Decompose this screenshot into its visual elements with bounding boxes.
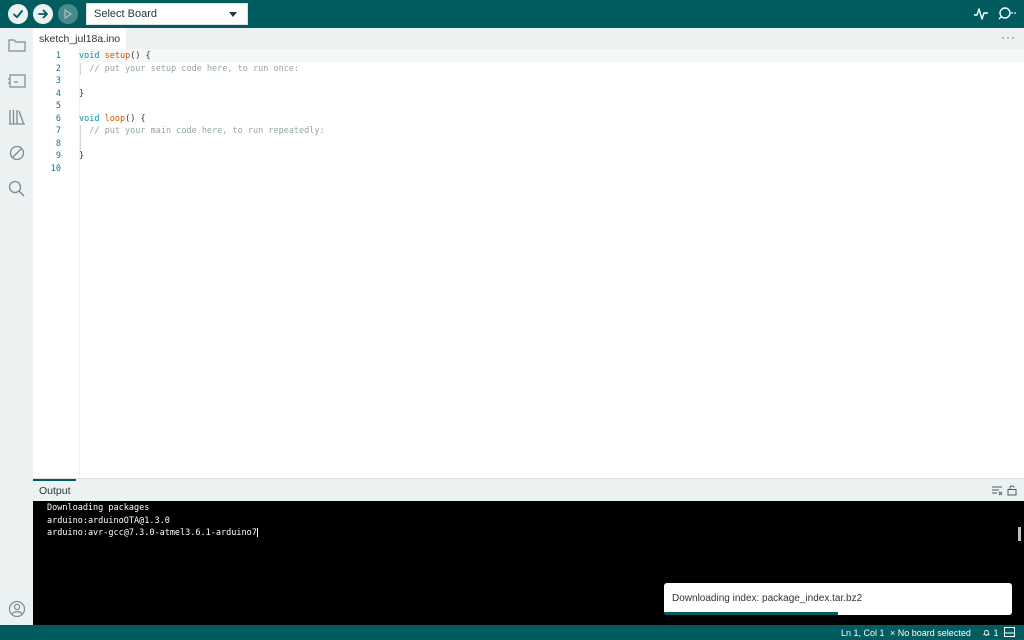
sidebar bbox=[0, 28, 33, 625]
code-line: } bbox=[79, 151, 85, 161]
board-select-label: Select Board bbox=[94, 8, 157, 20]
serial-plotter-button[interactable] bbox=[973, 6, 991, 22]
code-comment: // put your main code here, to run repea… bbox=[79, 126, 325, 136]
clear-output-icon bbox=[992, 486, 1003, 496]
boards-manager-icon bbox=[8, 74, 26, 88]
output-line: arduino:avr-gcc@7.3.0-atmel3.6.1-arduino… bbox=[47, 528, 258, 538]
code-comment: // put your setup code here, to run once… bbox=[79, 63, 300, 74]
cursor-position[interactable]: Ln 1, Col 1 bbox=[841, 628, 885, 638]
output-line: arduino:arduinoOTA@1.3.0 bbox=[47, 515, 170, 526]
debug-button[interactable] bbox=[58, 4, 78, 24]
board-status-text: No board selected bbox=[897, 628, 971, 638]
toolbar: Select Board bbox=[0, 0, 1024, 28]
tab-bar: sketch_jul18a.ino ··· bbox=[33, 28, 1024, 49]
clear-output-button[interactable] bbox=[991, 484, 1003, 496]
output-scrollbar-thumb[interactable] bbox=[1018, 527, 1021, 541]
code-line: } bbox=[79, 88, 85, 99]
verify-button[interactable] bbox=[8, 4, 28, 24]
status-bar: Ln 1, Col 1 × No board selected 1 bbox=[0, 625, 1024, 640]
output-line-text: arduino:avr-gcc@7.3.0-atmel3.6.1-arduino… bbox=[47, 528, 257, 538]
lock-icon bbox=[1007, 485, 1017, 496]
output-tab[interactable]: Output bbox=[39, 485, 71, 497]
serial-plotter-icon bbox=[974, 8, 988, 20]
notification-text: Downloading index: package_index.tar.bz2 bbox=[672, 593, 863, 604]
panel-icon bbox=[1004, 627, 1015, 637]
line-number: 5 bbox=[55, 101, 61, 111]
function-name: setup bbox=[104, 51, 131, 61]
line-number: 6 bbox=[55, 113, 61, 124]
account-icon bbox=[8, 600, 26, 618]
tab-label: sketch_jul18a.ino bbox=[39, 32, 121, 45]
search-icon bbox=[8, 180, 25, 197]
serial-monitor-icon bbox=[998, 7, 1016, 20]
code-editor[interactable]: 1 2 3 4 5 6 7 8 9 10 void setup() { // p… bbox=[33, 49, 1024, 478]
library-manager-button[interactable] bbox=[7, 107, 27, 127]
code-line: void setup() { bbox=[79, 50, 151, 63]
close-icon: × bbox=[890, 628, 896, 638]
code-line: void loop() { bbox=[79, 113, 146, 126]
keyword: void bbox=[79, 51, 100, 61]
verify-icon bbox=[13, 10, 23, 19]
debug-panel-button[interactable] bbox=[7, 143, 27, 163]
code-text: () { bbox=[125, 113, 146, 124]
board-status[interactable]: × No board selected bbox=[890, 628, 971, 638]
line-number: 4 bbox=[55, 88, 61, 99]
output-tab-indicator bbox=[33, 479, 76, 481]
bell-icon bbox=[983, 630, 990, 637]
board-select[interactable]: Select Board bbox=[86, 3, 248, 25]
folder-icon bbox=[8, 39, 26, 52]
line-number: 8 bbox=[55, 138, 61, 149]
search-button[interactable] bbox=[7, 179, 27, 199]
chevron-down-icon bbox=[229, 12, 237, 17]
sketchbook-button[interactable] bbox=[7, 35, 27, 55]
line-number: 2 bbox=[55, 63, 61, 74]
tab-sketch-file[interactable]: sketch_jul18a.ino bbox=[33, 28, 127, 49]
debug-disabled-icon bbox=[9, 145, 25, 161]
library-icon bbox=[9, 110, 25, 125]
line-number: 10 bbox=[50, 163, 61, 174]
notification-progress-bar bbox=[664, 612, 838, 615]
notifications-button[interactable]: 1 bbox=[982, 628, 999, 638]
upload-button[interactable] bbox=[33, 4, 53, 24]
boards-manager-button[interactable] bbox=[7, 71, 27, 91]
function-name: loop bbox=[104, 113, 126, 124]
line-number-gutter: 1 2 3 4 5 6 7 8 9 10 bbox=[33, 49, 80, 478]
more-actions-button[interactable]: ··· bbox=[1001, 30, 1016, 44]
serial-monitor-button[interactable] bbox=[997, 6, 1017, 22]
line-number: 1 bbox=[55, 51, 61, 61]
toggle-panel-button[interactable] bbox=[1004, 627, 1015, 637]
scroll-lock-button[interactable] bbox=[1006, 484, 1018, 496]
account-button[interactable] bbox=[7, 599, 27, 619]
line-number: 3 bbox=[55, 76, 61, 86]
keyword: void bbox=[79, 113, 100, 124]
text-cursor bbox=[256, 528, 258, 537]
notifications-count: 1 bbox=[993, 628, 999, 638]
code-text: () { bbox=[130, 51, 151, 61]
debug-icon bbox=[64, 8, 73, 20]
line-number: 7 bbox=[55, 126, 61, 136]
upload-icon bbox=[38, 9, 48, 19]
output-panel-header: Output bbox=[33, 478, 1024, 501]
line-number: 9 bbox=[55, 151, 61, 161]
notification-toast[interactable]: Downloading index: package_index.tar.bz2 bbox=[664, 583, 1012, 615]
output-line: Downloading packages bbox=[47, 503, 150, 513]
current-line-highlight bbox=[79, 49, 1024, 62]
